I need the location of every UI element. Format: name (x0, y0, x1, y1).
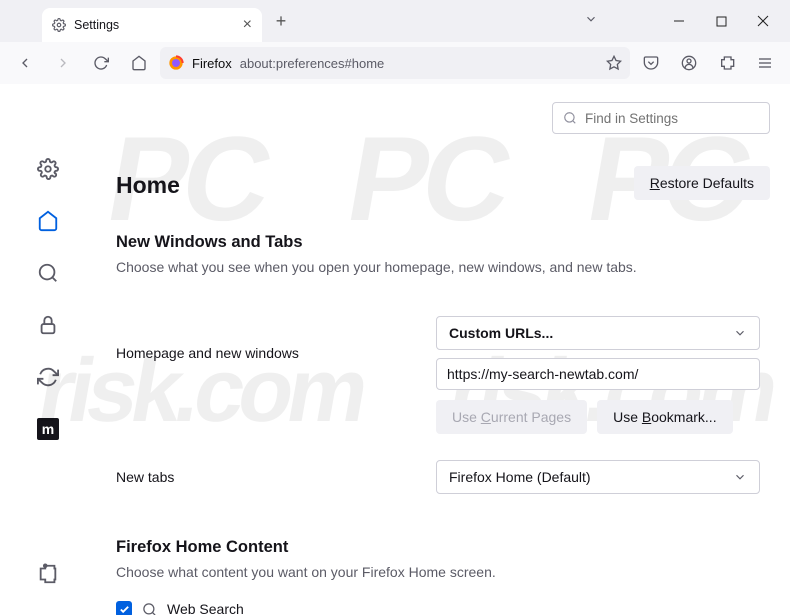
homepage-row: Homepage and new windows Custom URLs... (116, 316, 770, 390)
more-mozilla-icon[interactable]: m (37, 418, 59, 440)
new-tab-button[interactable]: + (266, 11, 296, 32)
use-current-pages-button: Use Current Pages (436, 400, 587, 434)
section-new-windows-tabs: New Windows and Tabs (116, 233, 770, 252)
tab-strip: Settings × + (0, 0, 790, 42)
sync-icon[interactable] (37, 366, 59, 388)
search-icon (563, 111, 577, 125)
chevron-down-icon (733, 326, 747, 340)
chevron-down-icon (733, 470, 747, 484)
extensions-section-icon[interactable] (37, 563, 59, 585)
extensions-button[interactable] (710, 47, 744, 79)
homepage-url-input[interactable] (436, 358, 760, 390)
home-section-icon[interactable] (37, 210, 59, 232)
firefox-logo-icon (168, 55, 184, 71)
home-button[interactable] (122, 47, 156, 79)
identity-label: Firefox (192, 56, 232, 71)
use-bookmark-button[interactable]: Use Bookmark... (597, 400, 733, 434)
gear-icon (52, 18, 66, 32)
bookmark-star-icon[interactable] (606, 55, 622, 71)
maximize-button[interactable] (702, 5, 740, 37)
section2-desc: Choose what content you want on your Fir… (116, 563, 770, 581)
web-search-row: Web Search (116, 601, 770, 615)
minimize-button[interactable] (660, 5, 698, 37)
section-desc: Choose what you see when you open your h… (116, 258, 770, 276)
reload-button[interactable] (84, 47, 118, 79)
newtabs-label: New tabs (116, 469, 436, 485)
web-search-label: Web Search (167, 601, 244, 615)
check-icon (119, 604, 130, 615)
address-bar[interactable]: Firefox about:preferences#home (160, 47, 630, 79)
privacy-lock-icon[interactable] (37, 314, 59, 336)
account-button[interactable] (672, 47, 706, 79)
toolbar: Firefox about:preferences#home (0, 42, 790, 84)
find-in-settings[interactable]: Find in Settings (552, 102, 770, 134)
newtabs-select[interactable]: Firefox Home (Default) (436, 460, 760, 494)
pocket-button[interactable] (634, 47, 668, 79)
web-search-checkbox[interactable] (116, 601, 132, 615)
forward-button[interactable] (46, 47, 80, 79)
homepage-mode-select[interactable]: Custom URLs... (436, 316, 760, 350)
back-button[interactable] (8, 47, 42, 79)
section-firefox-home-content: Firefox Home Content (116, 538, 770, 557)
newtabs-row: New tabs Firefox Home (Default) (116, 460, 770, 494)
search-icon (142, 602, 157, 615)
general-gear-icon[interactable] (37, 158, 59, 180)
window-controls (652, 0, 790, 42)
restore-defaults-button[interactable]: Restore Defaults (634, 166, 770, 200)
settings-sidebar: m (0, 84, 96, 615)
tab-title: Settings (74, 18, 119, 32)
url-text: about:preferences#home (240, 56, 385, 71)
browser-tab[interactable]: Settings × (42, 8, 262, 42)
content-area: m Find in Settings Home Restore Defaults… (0, 84, 790, 615)
search-section-icon[interactable] (37, 262, 59, 284)
tabs-dropdown-icon[interactable] (584, 12, 598, 26)
homepage-label: Homepage and new windows (116, 345, 436, 361)
close-window-button[interactable] (744, 5, 782, 37)
menu-button[interactable] (748, 47, 782, 79)
close-tab-icon[interactable]: × (243, 16, 252, 34)
main-panel: Find in Settings Home Restore Defaults N… (96, 84, 790, 615)
find-placeholder: Find in Settings (585, 111, 678, 126)
